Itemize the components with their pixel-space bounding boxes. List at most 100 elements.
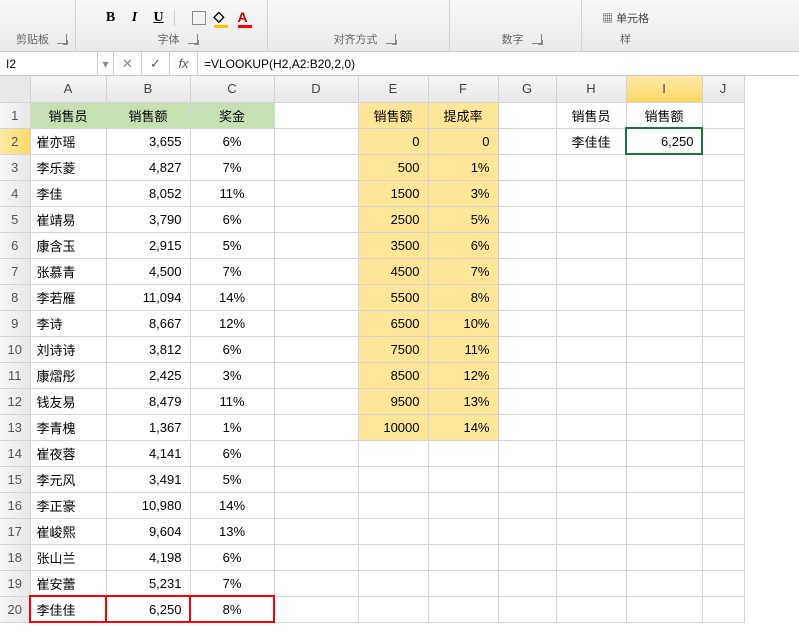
cell-G5[interactable]: [498, 206, 556, 232]
cell-G12[interactable]: [498, 388, 556, 414]
cell-H9[interactable]: [556, 310, 626, 336]
cell-A19[interactable]: 崔安蕾: [30, 570, 106, 596]
row-header-11[interactable]: 11: [0, 362, 30, 388]
cell-A15[interactable]: 李元风: [30, 466, 106, 492]
cell-A18[interactable]: 张山兰: [30, 544, 106, 570]
cell-G19[interactable]: [498, 570, 556, 596]
cell-B14[interactable]: 4,141: [106, 440, 190, 466]
cell-D5[interactable]: [274, 206, 358, 232]
cell-E11[interactable]: 8500: [358, 362, 428, 388]
cell-G7[interactable]: [498, 258, 556, 284]
cell-F9[interactable]: 10%: [428, 310, 498, 336]
cell-A10[interactable]: 刘诗诗: [30, 336, 106, 362]
cell-I15[interactable]: [626, 466, 702, 492]
cell-I7[interactable]: [626, 258, 702, 284]
cell-A11[interactable]: 康熠彤: [30, 362, 106, 388]
cell-A4[interactable]: 李佳: [30, 180, 106, 206]
row-header-15[interactable]: 15: [0, 466, 30, 492]
cell-J8[interactable]: [702, 284, 744, 310]
cell-F19[interactable]: [428, 570, 498, 596]
cell-C9[interactable]: 12%: [190, 310, 274, 336]
cell-E10[interactable]: 7500: [358, 336, 428, 362]
cell-J1[interactable]: [702, 102, 744, 128]
cell-F7[interactable]: 7%: [428, 258, 498, 284]
cell-F12[interactable]: 13%: [428, 388, 498, 414]
name-box-dropdown[interactable]: ▾: [98, 52, 114, 75]
cell-C11[interactable]: 3%: [190, 362, 274, 388]
cell-F5[interactable]: 5%: [428, 206, 498, 232]
row-header-16[interactable]: 16: [0, 492, 30, 518]
cell-J2[interactable]: [702, 128, 744, 154]
cell-D17[interactable]: [274, 518, 358, 544]
cell-E7[interactable]: 4500: [358, 258, 428, 284]
row-header-9[interactable]: 9: [0, 310, 30, 336]
cell-G4[interactable]: [498, 180, 556, 206]
cell-F15[interactable]: [428, 466, 498, 492]
cell-I13[interactable]: [626, 414, 702, 440]
cell-E2[interactable]: 0: [358, 128, 428, 154]
cell-J12[interactable]: [702, 388, 744, 414]
cell-C19[interactable]: 7%: [190, 570, 274, 596]
cell-B4[interactable]: 8,052: [106, 180, 190, 206]
cell-I20[interactable]: [626, 596, 702, 622]
row-header-1[interactable]: 1: [0, 102, 30, 128]
cell-F11[interactable]: 12%: [428, 362, 498, 388]
row-header-3[interactable]: 3: [0, 154, 30, 180]
cell-G14[interactable]: [498, 440, 556, 466]
cancel-icon[interactable]: ✕: [114, 52, 142, 75]
cell-D6[interactable]: [274, 232, 358, 258]
cell-C16[interactable]: 14%: [190, 492, 274, 518]
cell-J16[interactable]: [702, 492, 744, 518]
cell-B2[interactable]: 3,655: [106, 128, 190, 154]
cell-F2[interactable]: 0: [428, 128, 498, 154]
cell-C10[interactable]: 6%: [190, 336, 274, 362]
cell-B9[interactable]: 8,667: [106, 310, 190, 336]
cell-I18[interactable]: [626, 544, 702, 570]
cell-D20[interactable]: [274, 596, 358, 622]
cell-B20[interactable]: 6,250: [106, 596, 190, 622]
underline-icon[interactable]: U: [150, 9, 168, 27]
cell-H18[interactable]: [556, 544, 626, 570]
fill-color-icon[interactable]: ◇: [212, 9, 230, 27]
cell-B1[interactable]: 销售额: [106, 102, 190, 128]
cell-I9[interactable]: [626, 310, 702, 336]
cell-J19[interactable]: [702, 570, 744, 596]
cell-B12[interactable]: 8,479: [106, 388, 190, 414]
cell-J3[interactable]: [702, 154, 744, 180]
cell-H6[interactable]: [556, 232, 626, 258]
cell-I14[interactable]: [626, 440, 702, 466]
cell-F4[interactable]: 3%: [428, 180, 498, 206]
cell-F16[interactable]: [428, 492, 498, 518]
cell-D12[interactable]: [274, 388, 358, 414]
cell-C4[interactable]: 11%: [190, 180, 274, 206]
cell-G10[interactable]: [498, 336, 556, 362]
cell-I1[interactable]: 销售额: [626, 102, 702, 128]
cell-H4[interactable]: [556, 180, 626, 206]
select-all-corner[interactable]: [0, 76, 30, 102]
cell-F14[interactable]: [428, 440, 498, 466]
font-color-icon[interactable]: A: [236, 9, 254, 27]
cell-C1[interactable]: 奖金: [190, 102, 274, 128]
cell-styles-icon[interactable]: ▦ 单元格: [602, 10, 649, 26]
cell-B3[interactable]: 4,827: [106, 154, 190, 180]
cell-B10[interactable]: 3,812: [106, 336, 190, 362]
cell-A12[interactable]: 钱友易: [30, 388, 106, 414]
cell-A3[interactable]: 李乐菱: [30, 154, 106, 180]
cell-E16[interactable]: [358, 492, 428, 518]
cell-J13[interactable]: [702, 414, 744, 440]
cell-D19[interactable]: [274, 570, 358, 596]
cell-C8[interactable]: 14%: [190, 284, 274, 310]
bold-icon[interactable]: B: [102, 9, 120, 27]
cell-E14[interactable]: [358, 440, 428, 466]
cell-E19[interactable]: [358, 570, 428, 596]
cell-D14[interactable]: [274, 440, 358, 466]
cell-E17[interactable]: [358, 518, 428, 544]
cell-C2[interactable]: 6%: [190, 128, 274, 154]
cell-D15[interactable]: [274, 466, 358, 492]
cell-E5[interactable]: 2500: [358, 206, 428, 232]
cell-H3[interactable]: [556, 154, 626, 180]
cell-C3[interactable]: 7%: [190, 154, 274, 180]
cell-G9[interactable]: [498, 310, 556, 336]
cell-C18[interactable]: 6%: [190, 544, 274, 570]
cell-I12[interactable]: [626, 388, 702, 414]
